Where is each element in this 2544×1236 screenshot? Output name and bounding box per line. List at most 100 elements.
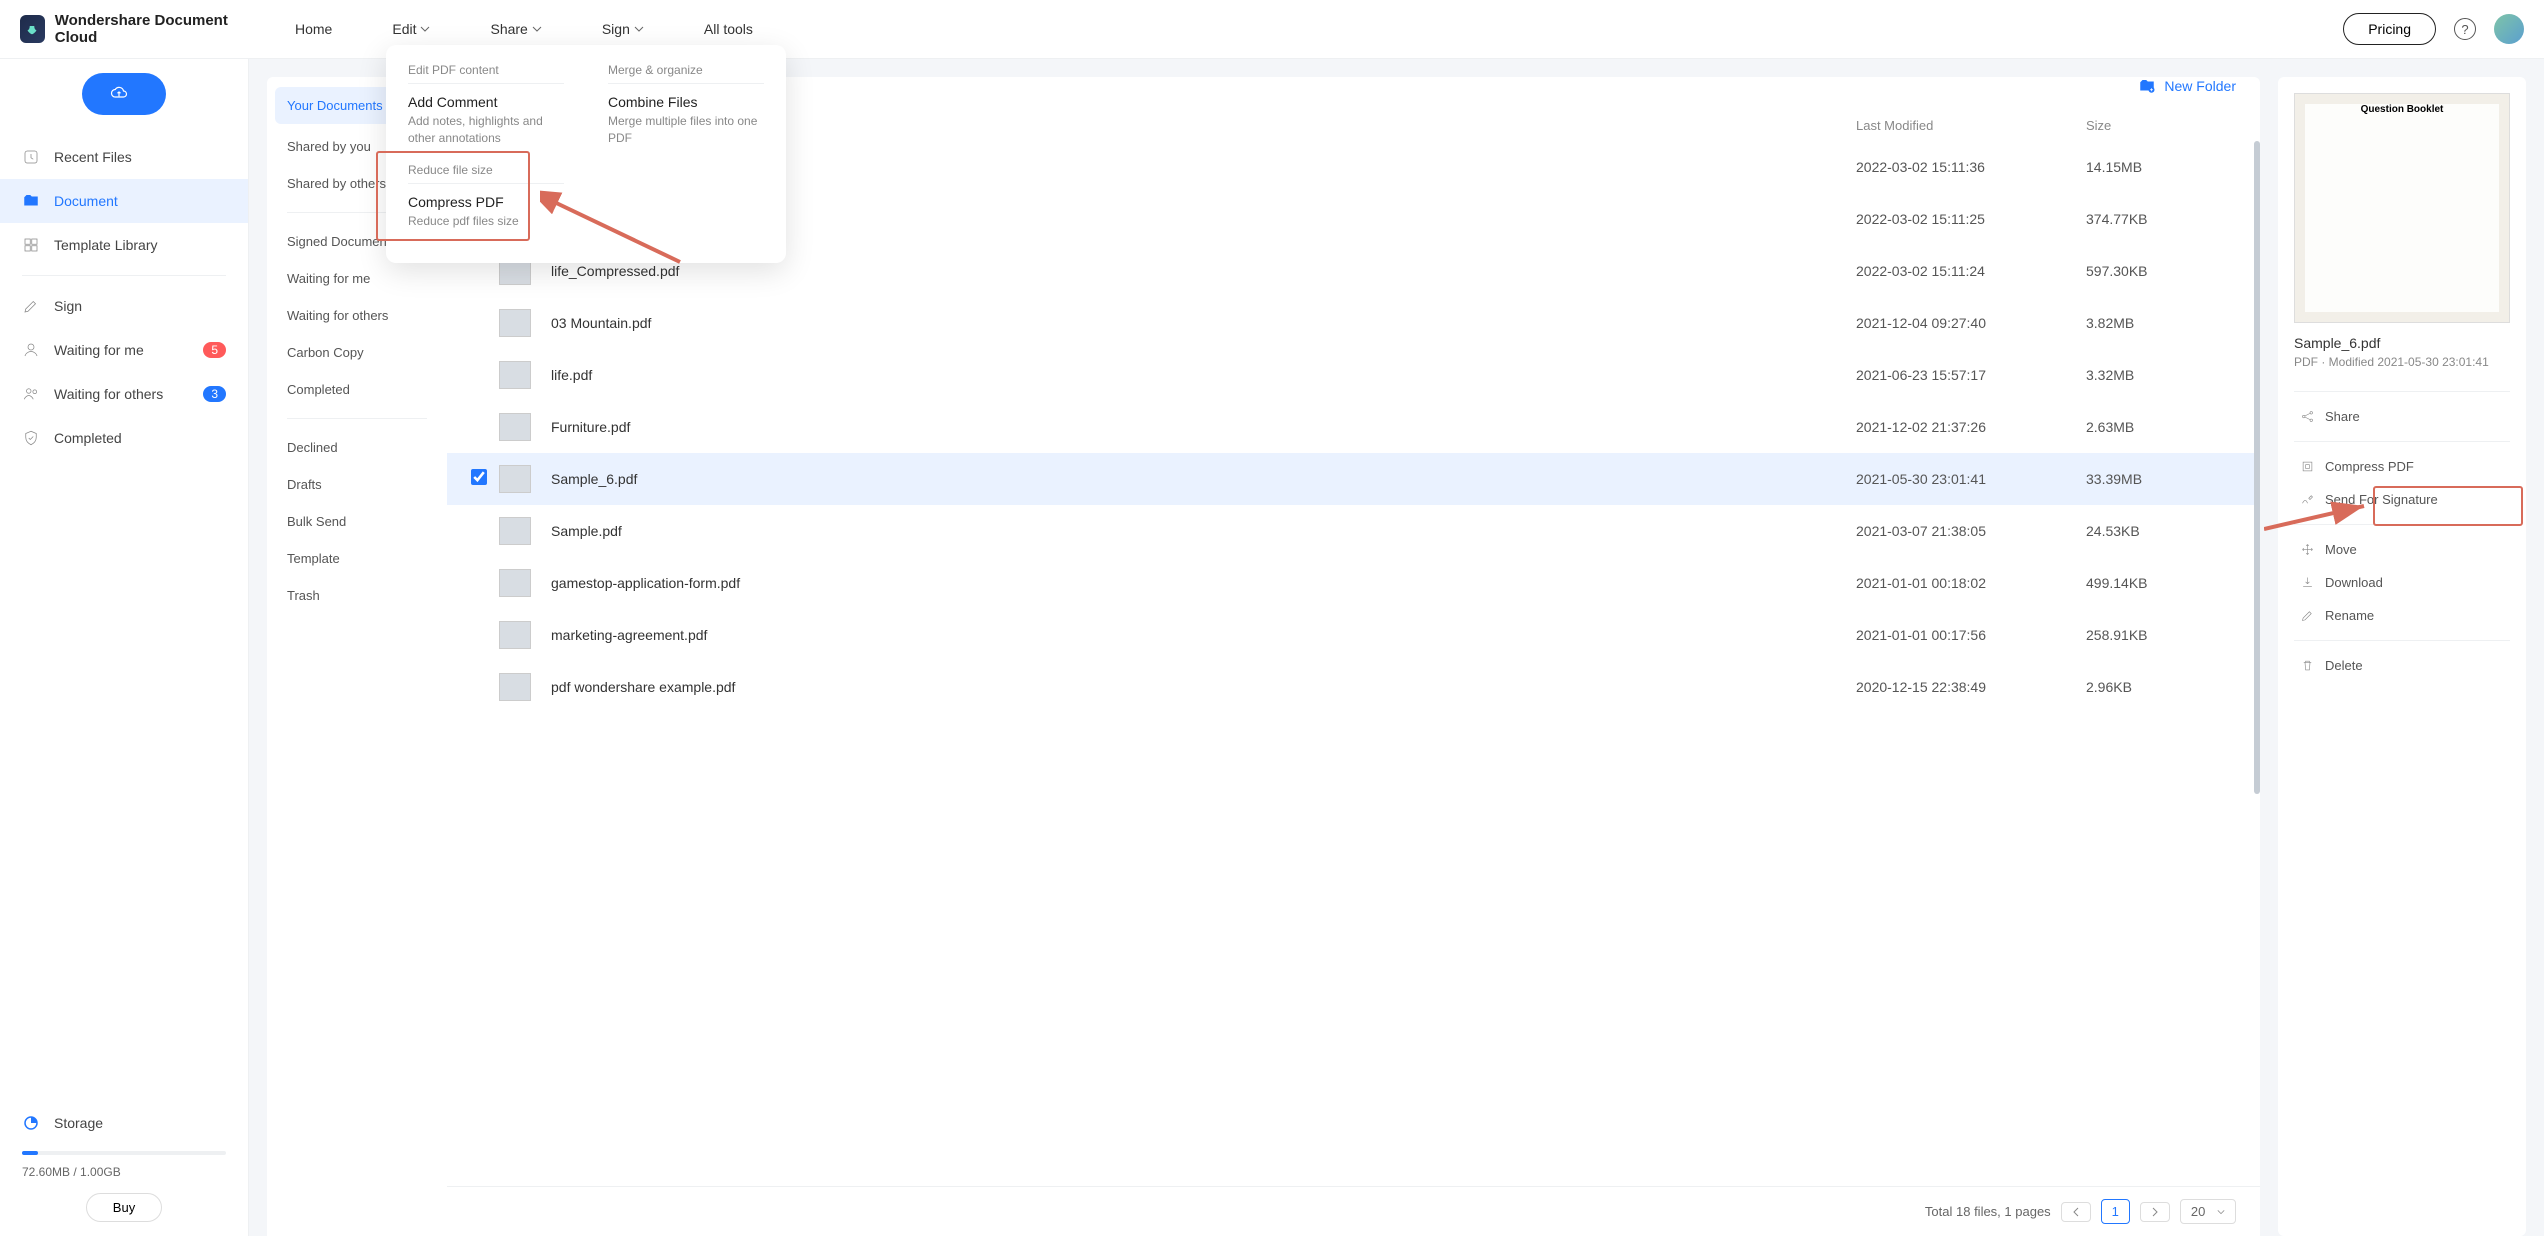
clock-icon	[22, 148, 40, 166]
file-thumb	[499, 569, 531, 597]
help-icon[interactable]: ?	[2454, 18, 2476, 40]
action-delete[interactable]: Delete	[2294, 649, 2510, 682]
file-size: 374.77KB	[2086, 211, 2236, 227]
upload-button[interactable]	[82, 73, 166, 115]
dropdown-item-combine-files[interactable]: Combine Files Merge multiple files into …	[608, 94, 764, 147]
top-right: Pricing ?	[2343, 13, 2524, 45]
nav-home[interactable]: Home	[295, 21, 332, 37]
action-move[interactable]: Move	[2294, 533, 2510, 566]
chevron-right-icon	[2151, 1207, 2159, 1217]
file-modified: 2022-03-02 15:11:36	[1856, 159, 2086, 175]
edit-icon	[2300, 608, 2315, 623]
action-send-signature[interactable]: Send For Signature	[2294, 483, 2510, 516]
file-row[interactable]: life.pdf 2021-06-23 15:57:17 3.32MB	[447, 349, 2260, 401]
file-thumb	[499, 309, 531, 337]
page-current[interactable]: 1	[2101, 1199, 2130, 1224]
file-thumb	[499, 673, 531, 701]
file-size: 24.53KB	[2086, 523, 2236, 539]
grid-icon	[22, 236, 40, 254]
sidebar-waiting-for-others[interactable]: Waiting for others3	[0, 372, 248, 416]
chevron-down-icon	[420, 24, 430, 34]
chevron-left-icon	[2072, 1207, 2080, 1217]
file-thumb	[499, 621, 531, 649]
buy-button[interactable]: Buy	[86, 1193, 162, 1222]
new-folder-button[interactable]: New Folder	[2138, 77, 2260, 105]
nav-edit[interactable]: Edit	[392, 21, 430, 37]
file-modified: 2022-03-02 15:11:24	[1856, 263, 2086, 279]
folder-icon	[22, 192, 40, 210]
file-name: 03 Mountain.pdf	[551, 315, 1856, 331]
dropdown-item-compress-pdf[interactable]: Compress PDF Reduce pdf files size	[408, 194, 564, 230]
file-modified: 2021-01-01 00:17:56	[1856, 627, 2086, 643]
sidebar-completed[interactable]: Completed	[0, 416, 248, 460]
file-modified: 2021-03-07 21:38:05	[1856, 523, 2086, 539]
file-name: Sample.pdf	[551, 523, 1856, 539]
signature-icon	[2300, 492, 2315, 507]
file-size: 597.30KB	[2086, 263, 2236, 279]
category-item[interactable]: Drafts	[267, 466, 447, 503]
nav-sign[interactable]: Sign	[602, 21, 644, 37]
col-modified[interactable]: Last Modified	[1856, 118, 2086, 133]
file-thumb	[499, 361, 531, 389]
separator	[2294, 640, 2510, 641]
per-page-select[interactable]: 20	[2180, 1199, 2236, 1224]
sidebar-sign[interactable]: Sign	[0, 284, 248, 328]
action-download[interactable]: Download	[2294, 566, 2510, 599]
category-item[interactable]: Waiting for me	[267, 260, 447, 297]
action-rename[interactable]: Rename	[2294, 599, 2510, 632]
avatar[interactable]	[2494, 14, 2524, 44]
file-name: marketing-agreement.pdf	[551, 627, 1856, 643]
file-name: life_Compressed.pdf	[551, 263, 1856, 279]
scrollbar[interactable]	[2252, 141, 2260, 1146]
separator	[408, 183, 564, 184]
total-text: Total 18 files, 1 pages	[1925, 1204, 2051, 1219]
action-share[interactable]: Share	[2294, 400, 2510, 433]
file-modified: 2021-06-23 15:57:17	[1856, 367, 2086, 383]
file-size: 499.14KB	[2086, 575, 2236, 591]
user-icon	[22, 341, 40, 359]
action-compress-pdf[interactable]: Compress PDF	[2294, 450, 2510, 483]
page-prev[interactable]	[2061, 1202, 2091, 1222]
dropdown-head: Edit PDF content	[408, 63, 564, 77]
badge: 3	[203, 386, 226, 402]
file-row[interactable]: Sample_6.pdf 2021-05-30 23:01:41 33.39MB	[447, 453, 2260, 505]
file-row[interactable]: marketing-agreement.pdf 2021-01-01 00:17…	[447, 609, 2260, 661]
separator	[2294, 524, 2510, 525]
chevron-down-icon	[2217, 1208, 2225, 1216]
category-item[interactable]: Waiting for others	[267, 297, 447, 334]
share-icon	[2300, 409, 2315, 424]
sidebar-template-library[interactable]: Template Library	[0, 223, 248, 267]
col-size[interactable]: Size	[2086, 118, 2236, 133]
separator	[408, 83, 564, 84]
nav-share[interactable]: Share	[490, 21, 541, 37]
file-modified: 2021-12-04 09:27:40	[1856, 315, 2086, 331]
file-modified: 2022-03-02 15:11:25	[1856, 211, 2086, 227]
nav-alltools[interactable]: All tools	[704, 21, 753, 37]
file-thumb	[499, 517, 531, 545]
file-row[interactable]: 03 Mountain.pdf 2021-12-04 09:27:40 3.82…	[447, 297, 2260, 349]
file-checkbox[interactable]	[471, 469, 499, 490]
sidebar-waiting-for-me[interactable]: Waiting for me5	[0, 328, 248, 372]
category-item[interactable]: Completed	[267, 371, 447, 408]
file-row[interactable]: pdf wondershare example.pdf 2020-12-15 2…	[447, 661, 2260, 713]
category-item[interactable]: Declined	[267, 429, 447, 466]
category-item[interactable]: Bulk Send	[267, 503, 447, 540]
folder-plus-icon	[2138, 77, 2156, 95]
dropdown-item-add-comment[interactable]: Add Comment Add notes, highlights and ot…	[408, 94, 564, 147]
sidebar-document[interactable]: Document	[0, 179, 248, 223]
category-item[interactable]: Carbon Copy	[267, 334, 447, 371]
file-row[interactable]: gamestop-application-form.pdf 2021-01-01…	[447, 557, 2260, 609]
pricing-button[interactable]: Pricing	[2343, 13, 2436, 45]
file-row[interactable]: Sample.pdf 2021-03-07 21:38:05 24.53KB	[447, 505, 2260, 557]
file-footer: Total 18 files, 1 pages 1 20	[447, 1186, 2260, 1236]
file-row[interactable]: Furniture.pdf 2021-12-02 21:37:26 2.63MB	[447, 401, 2260, 453]
file-size: 3.32MB	[2086, 367, 2236, 383]
file-name: Furniture.pdf	[551, 419, 1856, 435]
page-next[interactable]	[2140, 1202, 2170, 1222]
users-icon	[22, 385, 40, 403]
category-item[interactable]: Trash	[267, 577, 447, 614]
sidebar-recent-files[interactable]: Recent Files	[0, 135, 248, 179]
category-item[interactable]: Template	[267, 540, 447, 577]
chevron-down-icon	[634, 24, 644, 34]
sidebar: Recent Files Document Template Library S…	[0, 59, 249, 1236]
